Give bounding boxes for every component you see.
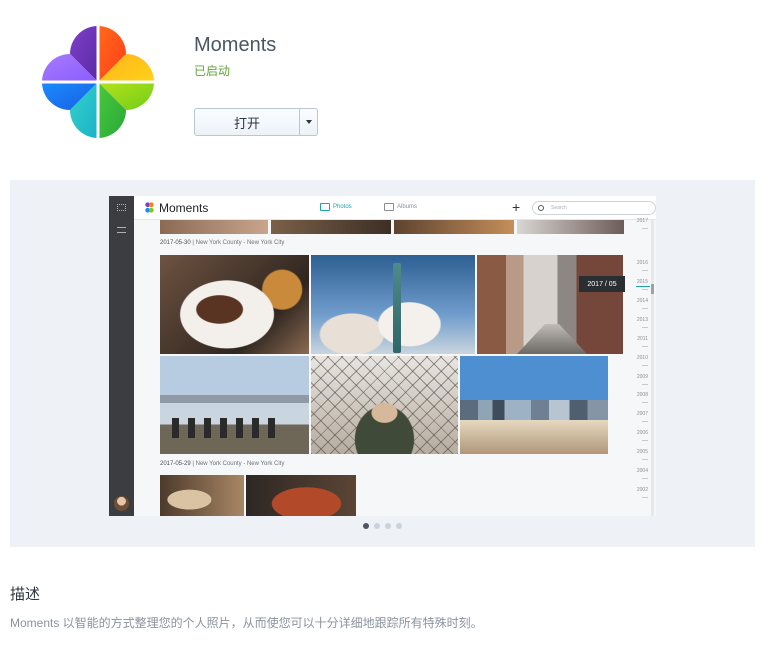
tab-albums: Albums: [384, 203, 417, 211]
timeline-tick: [642, 440, 648, 442]
timeline-marker: [636, 286, 650, 287]
photo-thumb: [311, 356, 458, 454]
timeline-year: 2010: [636, 354, 648, 361]
photo-thumb: [517, 220, 624, 234]
slide-dots: [10, 523, 755, 529]
date-tooltip: 2017 / 05: [579, 276, 625, 292]
app-title: Moments: [194, 34, 277, 56]
timeline-year: 2007: [636, 411, 648, 418]
timeline-tick: [642, 383, 648, 385]
chevron-down-icon: [305, 120, 312, 124]
open-button-group: 打开: [194, 108, 318, 136]
open-button[interactable]: 打开: [194, 108, 300, 136]
timeline-thumb: [651, 284, 654, 294]
timeline-year: 2015: [636, 278, 648, 285]
timeline-tick: [642, 421, 648, 423]
avatar: [114, 496, 129, 511]
timeline-year: 2005: [636, 449, 648, 456]
photo-thumb: [477, 255, 623, 354]
timeline-year: 2002: [636, 487, 648, 494]
slide-dot-2[interactable]: [374, 523, 380, 529]
screenshot-slide[interactable]: Moments Photos Albums + Search 2017-05-3…: [109, 196, 656, 516]
photo-thumb: [160, 475, 244, 516]
timeline-tick: [642, 228, 648, 229]
timeline-year: 2004: [636, 468, 648, 475]
album-icon: [384, 203, 394, 211]
photo-thumb: [246, 475, 356, 516]
timeline-tick: [642, 402, 648, 404]
slide-dot-4[interactable]: [396, 523, 402, 529]
search-icon: [538, 205, 544, 211]
photo-icon: [320, 203, 330, 211]
moments-sidebar: [109, 196, 134, 516]
moments-logo-icon: [145, 202, 154, 213]
group-date-value: 2017-05-30: [160, 240, 191, 246]
description-text: Moments 以智能的方式整理您的个人照片，从而使您可以十分详细地跟踪所有特殊…: [10, 616, 483, 630]
photo-thumb: [394, 220, 514, 234]
statue-shape: [393, 263, 401, 353]
plus-icon: +: [512, 199, 521, 215]
slide-dot-1[interactable]: [363, 523, 369, 529]
timeline-year: 2013: [636, 316, 648, 323]
tab-photos-label: Photos: [333, 204, 352, 210]
photo-thumb: [160, 220, 268, 234]
photo-thumb: [311, 255, 475, 354]
search-field: Search: [532, 201, 656, 215]
group-date: 2017-05-30 | New York County - New York …: [160, 240, 285, 246]
search-placeholder: Search: [551, 205, 567, 211]
group-place: New York County - New York City: [195, 461, 285, 467]
screenshot-gallery: Moments Photos Albums + Search 2017-05-3…: [10, 180, 755, 547]
group-date-value: 2017-05-29: [160, 461, 191, 467]
timeline-tick: [642, 364, 648, 366]
open-dropdown-button[interactable]: [300, 108, 318, 136]
timeline-year: 2008: [636, 392, 648, 399]
photo-thumb: [160, 255, 309, 354]
road-shape: [517, 324, 587, 354]
list-icon: [117, 227, 126, 233]
photo-thumb: [271, 220, 391, 234]
moments-brand: Moments: [159, 201, 209, 215]
moments-toolbar: Moments Photos Albums + Search: [134, 196, 656, 220]
people-shape: [172, 418, 282, 438]
timeline-tick: [642, 478, 648, 480]
moments-app-icon: [40, 24, 156, 140]
timeline-tick: [642, 288, 648, 290]
grid-icon: [117, 204, 126, 211]
timeline-year: 2014: [636, 297, 648, 304]
timeline-tick: [642, 326, 648, 328]
slide-dot-3[interactable]: [385, 523, 391, 529]
photo-thumb: [460, 356, 608, 454]
app-status: 已启动: [194, 64, 231, 78]
timeline-year: 2017: [636, 218, 648, 224]
timeline-tick: [642, 270, 648, 271]
timeline-year: 2011: [637, 335, 648, 342]
tab-albums-label: Albums: [397, 204, 418, 210]
deck-shape: [460, 420, 608, 454]
timeline-scrubber: 2017 2016 2015 2014 2013 2011 2010 2009 2008 2007…: [631, 218, 656, 516]
timeline-tick: [642, 345, 648, 347]
timeline-track: [651, 220, 654, 516]
timeline-year: 2006: [636, 430, 648, 437]
timeline-tick: [642, 307, 648, 309]
photo-thumb: [160, 356, 309, 454]
tab-photos: Photos: [320, 203, 352, 211]
timeline-year: 2016: [636, 260, 648, 266]
group-date: 2017-05-29 | New York County - New York …: [160, 461, 285, 467]
timeline-tick: [642, 459, 648, 461]
timeline-year: 2009: [636, 373, 648, 380]
timeline-tick: [642, 497, 648, 499]
description-heading: 描述: [10, 586, 41, 603]
group-place: New York County - New York City: [195, 240, 285, 246]
